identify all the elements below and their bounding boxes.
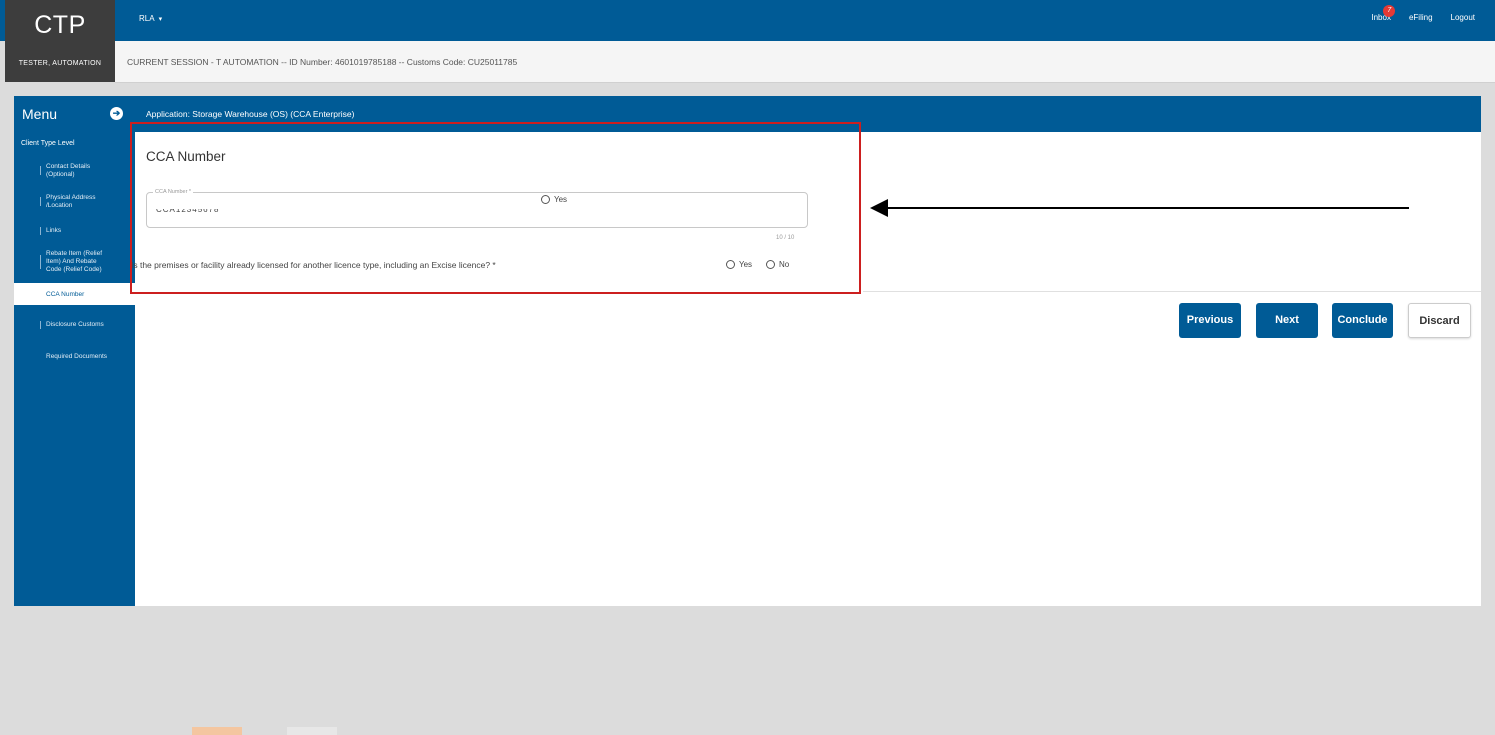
session-info: CURRENT SESSION - T AUTOMATION -- ID Num…: [127, 57, 518, 67]
divider: [863, 291, 1481, 292]
arrow-line: [884, 207, 1409, 209]
sidebar-item-contact-details[interactable]: Contact Details (Optional): [14, 160, 135, 182]
sidebar-item-label: Disclosure Customs: [46, 321, 104, 328]
sidebar-item-label: Contact Details (Optional): [46, 163, 90, 179]
menu-tick: [40, 321, 41, 329]
next-button[interactable]: Next: [1256, 303, 1318, 338]
sidebar-item-cca-number[interactable]: CCA Number: [14, 283, 135, 305]
logo-title: CTP: [34, 11, 86, 39]
session-bar: CURRENT SESSION - T AUTOMATION -- ID Num…: [115, 41, 1495, 83]
menu-section-label: Client Type Level: [21, 140, 75, 147]
inbox-link[interactable]: Inbox 7: [1371, 5, 1396, 22]
menu-tick: [40, 197, 41, 206]
footer-mark: [192, 727, 242, 735]
menu-tick: [40, 227, 41, 235]
sidebar-item-required-documents[interactable]: Required Documents: [14, 350, 135, 364]
inbox-count-badge: 7: [1383, 5, 1396, 17]
sidebar-item-label: Links: [46, 227, 62, 234]
sidebar-item-rebate-item[interactable]: Rebate Item (Relief Item) And Rebate Cod…: [14, 247, 135, 277]
sidebar-item-links[interactable]: Links: [14, 224, 135, 238]
line: /Location: [46, 202, 73, 209]
red-highlight-box: [130, 122, 861, 294]
sidebar-item-label: Rebate Item (Relief Item) And Rebate Cod…: [46, 250, 102, 274]
menu-title: Menu: [22, 106, 58, 122]
menu-header: Menu ➔: [14, 96, 135, 130]
menu-tick: [40, 255, 41, 269]
user-name: TESTER, AUTOMATION: [18, 60, 102, 67]
top-bar: RLA ▾ Inbox 7 eFiling Logout: [0, 0, 1495, 41]
sidebar-item-label: Physical Address /Location: [46, 194, 96, 210]
sidebar-item-physical-address[interactable]: Physical Address /Location: [14, 191, 135, 213]
sidebar-menu: Menu ➔ Client Type Level Contact Details…: [14, 96, 135, 606]
language-label: RLA: [139, 14, 155, 23]
sidebar-item-label: Required Documents: [46, 353, 108, 360]
application-title: Application: Storage Warehouse (OS) (CCA…: [146, 109, 355, 119]
line: (Optional): [46, 171, 75, 178]
line: Item) And Rebate: [46, 258, 97, 265]
menu-tick: [40, 166, 41, 175]
menu-collapse-icon[interactable]: ➔: [110, 107, 123, 120]
logo: CTP TESTER, AUTOMATION: [5, 0, 115, 82]
language-selector[interactable]: RLA ▾: [139, 14, 162, 23]
line: Rebate Item (Relief: [46, 250, 102, 257]
efiling-link[interactable]: eFiling: [1409, 13, 1433, 22]
logout-link[interactable]: Logout: [1451, 13, 1475, 22]
line: Code (Relief Code): [46, 266, 102, 273]
sidebar-item-label: CCA Number: [46, 291, 85, 298]
top-links: Inbox 7 eFiling Logout: [1371, 5, 1475, 22]
sidebar-item-disclosure-customs[interactable]: Disclosure Customs: [14, 318, 135, 332]
conclude-button[interactable]: Conclude: [1332, 303, 1393, 338]
line: Contact Details: [46, 163, 91, 170]
chevron-down-icon: ▾: [158, 16, 163, 23]
line: Physical Address: [46, 194, 96, 201]
footer-mark: [287, 727, 337, 735]
previous-button[interactable]: Previous: [1179, 303, 1241, 338]
discard-button[interactable]: Discard: [1408, 303, 1471, 338]
